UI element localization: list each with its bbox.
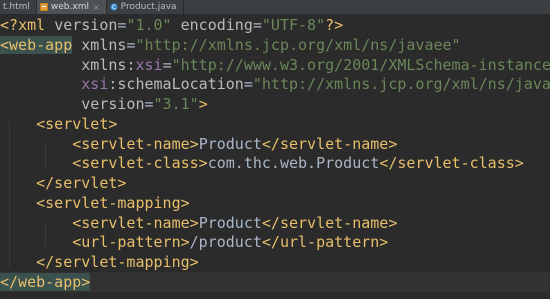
code-editor[interactable]: <?xml version="1.0" encoding="UTF-8"?> <…: [0, 15, 550, 299]
code-line-3: xmlns:xsi="http://www.w3.org/2001/XMLSch…: [81, 56, 550, 74]
code-line-12: <url-pattern>/product</url-pattern>: [72, 233, 389, 251]
code-line-9: </servlet>: [36, 174, 127, 192]
java-class-icon: C: [110, 3, 118, 11]
code-line-10: <servlet-mapping>: [36, 194, 190, 212]
tab-web-xml[interactable]: web.xml ×: [36, 0, 107, 14]
code-line-14: </web-app>: [0, 272, 550, 292]
code-line-11: <servlet-name>Product</servlet-name>: [72, 214, 398, 232]
matched-tag-highlight: </web-app>: [0, 273, 91, 291]
code-line-6: <servlet>: [36, 115, 118, 133]
editor-tab-bar: t.html web.xml × C Product.java: [0, 0, 550, 15]
code-line-8: <servlet-class>com.thc.web.Product</serv…: [72, 154, 524, 172]
tab-label: Product.java: [120, 2, 177, 12]
close-tab-icon[interactable]: ×: [93, 3, 100, 12]
tab-product-java[interactable]: C Product.java: [107, 0, 184, 14]
code-line-1: <?xml version="1.0" encoding="UTF-8"?>: [0, 16, 344, 34]
tab-label: web.xml: [50, 2, 89, 12]
matched-tag-highlight: <web-app: [0, 36, 73, 54]
svg-text:C: C: [112, 4, 116, 11]
code-line-13: </servlet-mapping>: [36, 253, 199, 271]
code-line-2: <web-app xmlns="http://xmlns.jcp.org/xml…: [0, 36, 461, 54]
tab-t-html[interactable]: t.html: [0, 0, 37, 14]
tab-label: t.html: [3, 2, 30, 12]
xml-file-icon: [39, 3, 48, 11]
code-line-5: version="3.1">: [81, 95, 208, 113]
code-line-4: xsi:schemaLocation="http://xmlns.jcp.org…: [81, 75, 550, 93]
code-line-7: <servlet-name>Product</servlet-name>: [72, 135, 398, 153]
